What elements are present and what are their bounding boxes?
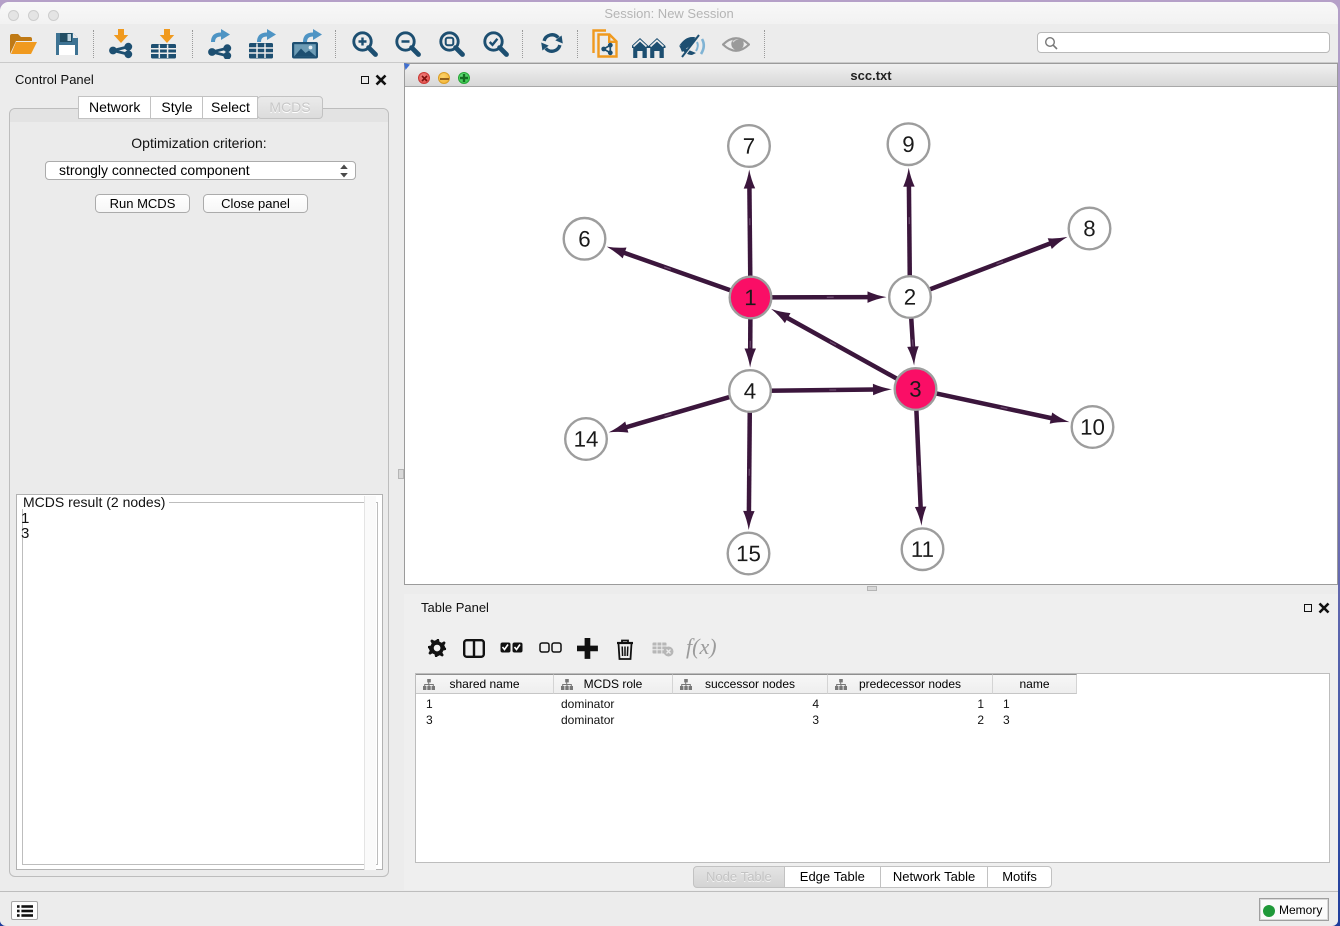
svg-text:7: 7 xyxy=(743,134,755,159)
svg-text:14: 14 xyxy=(574,427,599,452)
svg-text:2: 2 xyxy=(904,285,916,310)
svg-text:6: 6 xyxy=(578,226,590,251)
svg-text:11: 11 xyxy=(911,537,934,562)
svg-text:10: 10 xyxy=(1080,415,1105,440)
svg-text:1: 1 xyxy=(744,285,756,310)
svg-text:4: 4 xyxy=(744,379,756,404)
svg-text:3: 3 xyxy=(909,377,921,402)
svg-text:15: 15 xyxy=(736,541,761,566)
svg-text:9: 9 xyxy=(902,132,914,157)
svg-text:8: 8 xyxy=(1083,216,1095,241)
